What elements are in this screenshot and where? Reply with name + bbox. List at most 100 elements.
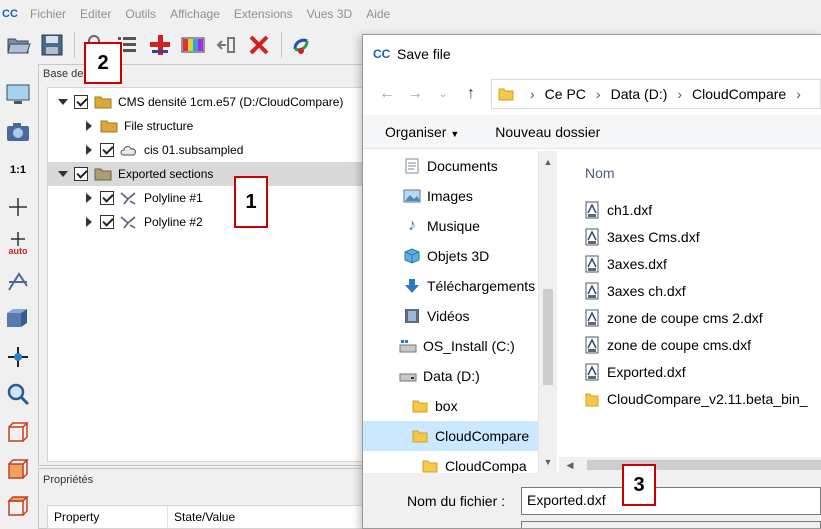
- auto-pivot-button[interactable]: auto: [2, 230, 34, 259]
- breadcrumb-data-d[interactable]: Data (D:): [611, 86, 668, 102]
- nav-item-cloudcompare-sub[interactable]: CloudCompa: [363, 451, 538, 473]
- scroll-down-icon[interactable]: ▼: [543, 457, 553, 467]
- nav-item-data-d[interactable]: Data (D:): [363, 361, 538, 391]
- forward-arrow-icon[interactable]: →: [403, 82, 427, 106]
- breadcrumb-cloudcompare[interactable]: CloudCompare: [692, 86, 786, 102]
- auto-crosshair-icon: [11, 232, 25, 247]
- menu-outils[interactable]: Outils: [119, 7, 164, 21]
- visibility-checkbox[interactable]: [74, 167, 88, 181]
- column-header-name[interactable]: Nom: [585, 165, 615, 181]
- expand-arrow[interactable]: [58, 169, 68, 179]
- organize-button[interactable]: Organiser ▼: [385, 124, 459, 140]
- tree-item-polyline-2[interactable]: Polyline #2: [48, 210, 368, 234]
- file-item[interactable]: zone de coupe cms 2.dxf: [585, 305, 763, 331]
- recent-chevron-down-icon[interactable]: ⌄: [431, 82, 455, 106]
- dialog-command-bar: Organiser ▼ Nouveau dossier: [363, 115, 821, 149]
- breadcrumb-ce-pc[interactable]: Ce PC: [545, 86, 586, 102]
- callout-3: 3: [622, 464, 656, 506]
- nav-item-musique[interactable]: ♪ Musique: [363, 211, 538, 241]
- visibility-checkbox[interactable]: [100, 143, 114, 157]
- view-left-button[interactable]: [2, 492, 34, 521]
- tree-item-polyline-1[interactable]: Polyline #1: [48, 186, 368, 210]
- perspective-button[interactable]: [2, 305, 34, 334]
- up-arrow-icon[interactable]: ↑: [459, 82, 483, 106]
- menu-fichier[interactable]: Fichier: [24, 7, 74, 21]
- music-note-icon: ♪: [408, 217, 416, 234]
- file-item[interactable]: ch1.dxf: [585, 197, 652, 223]
- folder-icon: [411, 428, 429, 444]
- camera-icon: [7, 123, 29, 142]
- file-item[interactable]: 3axes.dxf: [585, 251, 667, 277]
- visibility-checkbox[interactable]: [100, 191, 114, 205]
- visibility-checkbox[interactable]: [74, 95, 88, 109]
- windows-drive-icon: [399, 338, 417, 354]
- visibility-checkbox[interactable]: [100, 215, 114, 229]
- nav-item-telechargements[interactable]: Téléchargements: [363, 271, 538, 301]
- menu-editer[interactable]: Editer: [74, 7, 119, 21]
- fullscreen-button[interactable]: [2, 80, 34, 109]
- add-point-button[interactable]: [145, 30, 175, 60]
- filename-input[interactable]: Exported.dxf: [521, 487, 821, 515]
- tree-item-exported-sections[interactable]: Exported sections: [48, 162, 368, 186]
- nav-item-images[interactable]: Images: [363, 181, 538, 211]
- nav-item-label: Data (D:): [423, 368, 480, 384]
- save-button[interactable]: [37, 30, 67, 60]
- color-scale-button[interactable]: [178, 30, 208, 60]
- register-button[interactable]: [286, 30, 316, 60]
- nav-item-cloudcompare[interactable]: CloudCompare: [363, 421, 538, 451]
- file-item[interactable]: CloudCompare_v2.11.beta_bin_: [585, 386, 808, 412]
- menubar: CC Fichier Editer Outils Affichage Exten…: [0, 0, 821, 28]
- scale-1to1-label: 1:1: [10, 163, 26, 176]
- menu-vues-3d[interactable]: Vues 3D: [301, 7, 361, 21]
- file-item[interactable]: zone de coupe cms.dxf: [585, 332, 751, 358]
- menu-affichage[interactable]: Affichage: [164, 7, 228, 21]
- nav-item-documents[interactable]: Documents: [363, 151, 538, 181]
- screenshot-button[interactable]: [2, 117, 34, 146]
- nav-item-objets-3d[interactable]: Objets 3D: [363, 241, 538, 271]
- file-item[interactable]: 3axes Cms.dxf: [585, 224, 700, 250]
- horizontal-scrollbar[interactable]: ◀: [559, 457, 821, 473]
- file-item[interactable]: Exported.dxf: [585, 359, 686, 385]
- scrollbar-thumb[interactable]: [543, 289, 553, 385]
- new-folder-button[interactable]: Nouveau dossier: [495, 124, 600, 140]
- translate-button[interactable]: [2, 342, 34, 371]
- expand-arrow[interactable]: [84, 121, 94, 131]
- nav-item-videos[interactable]: Vidéos: [363, 301, 538, 331]
- expand-arrow[interactable]: [84, 193, 94, 203]
- navigation-scrollbar[interactable]: ▲ ▼: [539, 151, 557, 473]
- dialog-title: Save file: [397, 46, 451, 62]
- delete-button[interactable]: [244, 30, 274, 60]
- tree-item-cloud[interactable]: cis 01.subsampled: [48, 138, 368, 162]
- file-type-select[interactable]: DXF: [521, 521, 821, 528]
- address-bar[interactable]: › Ce PC › Data (D:) › CloudCompare ›: [491, 79, 821, 109]
- expand-arrow[interactable]: [84, 145, 94, 155]
- film-icon: [403, 308, 421, 324]
- expand-arrow[interactable]: [58, 97, 68, 107]
- expand-arrow[interactable]: [84, 217, 94, 227]
- column-property[interactable]: Property: [48, 506, 168, 528]
- tree-item-label: File structure: [124, 119, 194, 133]
- tree-item-cms-file[interactable]: CMS densité 1cm.e57 (D:/CloudCompare): [48, 90, 368, 114]
- column-state-value[interactable]: State/Value: [168, 506, 366, 528]
- menu-extensions[interactable]: Extensions: [228, 7, 301, 21]
- view-top-button[interactable]: [2, 417, 34, 446]
- view-front-button[interactable]: [2, 454, 34, 483]
- open-folder-button[interactable]: [4, 30, 34, 60]
- scroll-up-icon[interactable]: ▲: [543, 157, 553, 167]
- scroll-left-icon[interactable]: ◀: [565, 460, 575, 470]
- pivot-button[interactable]: [2, 192, 34, 221]
- nav-item-os-install[interactable]: OS_Install (C:): [363, 331, 538, 361]
- rotate-button[interactable]: [2, 267, 34, 296]
- tree-item-file-structure[interactable]: File structure: [48, 114, 368, 138]
- nav-item-box[interactable]: box: [363, 391, 538, 421]
- nav-item-label: Objets 3D: [427, 248, 490, 264]
- folder-icon: [498, 88, 514, 101]
- menu-aide[interactable]: Aide: [360, 7, 398, 21]
- folder-icon: [94, 167, 112, 181]
- file-item[interactable]: 3axes ch.dxf: [585, 278, 686, 304]
- floppy-save-icon: [41, 34, 63, 56]
- back-arrow-icon[interactable]: ←: [375, 82, 399, 106]
- zoom-1to1-button[interactable]: 1:1: [2, 155, 34, 184]
- zoom-button[interactable]: [2, 379, 34, 408]
- export-button[interactable]: [211, 30, 241, 60]
